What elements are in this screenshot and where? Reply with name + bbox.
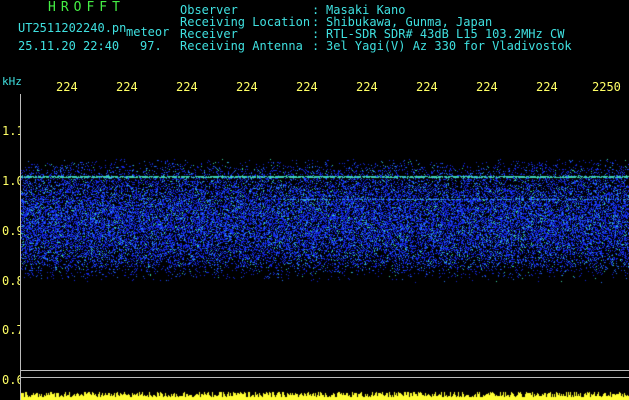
time-label: 224: [116, 80, 138, 94]
time-label: 224: [356, 80, 378, 94]
time-label: 2250: [592, 80, 621, 94]
meta-value-antenna: 3el Yagi(V) Az 330 for Vladivostok: [326, 39, 572, 53]
time-label: 224: [56, 80, 78, 94]
time-label: 224: [536, 80, 558, 94]
reference-line: [20, 370, 629, 371]
hroft-logo: HROFFT: [48, 0, 125, 15]
spectrogram-plot: [20, 94, 629, 400]
meta-key-antenna: Receiving Antenna: [180, 39, 303, 53]
count: 97.: [140, 39, 162, 53]
waterfall-canvas: [20, 94, 629, 400]
y-axis-line: [20, 94, 21, 400]
time-label: 224: [236, 80, 258, 94]
time-label: 224: [176, 80, 198, 94]
baseline-line: [20, 377, 629, 378]
time-label: 224: [416, 80, 438, 94]
time-label: 224: [476, 80, 498, 94]
filename: UT2511202240.pn: [18, 21, 127, 35]
datetime: 25.11.20 22:40: [18, 39, 120, 53]
time-label: 224: [296, 80, 318, 94]
meteor-tag: meteor: [126, 25, 170, 39]
meta-colon: :: [312, 39, 320, 53]
freq-unit-label: kHz: [2, 75, 22, 88]
